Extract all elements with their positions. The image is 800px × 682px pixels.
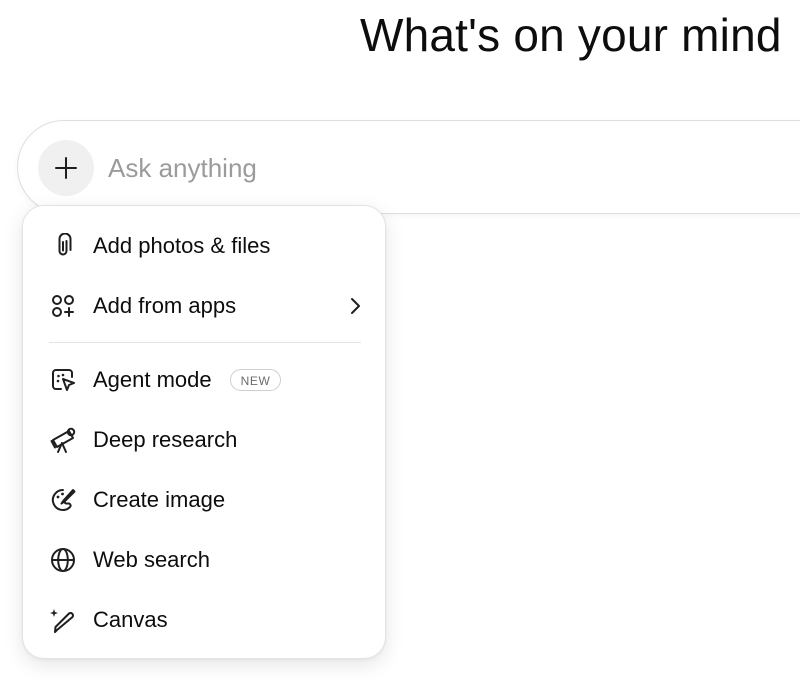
add-attachment-button[interactable] <box>38 140 94 196</box>
menu-item-add-photos-files[interactable]: Add photos & files <box>35 220 373 272</box>
new-badge: NEW <box>229 369 282 391</box>
menu-item-deep-research[interactable]: Deep research <box>35 414 373 466</box>
menu-item-label: Canvas <box>93 607 168 632</box>
menu-item-label: Deep research <box>93 427 238 452</box>
chat-home: What's on your mind Add photos & files <box>0 0 800 682</box>
palette-icon <box>49 486 77 514</box>
menu-item-label: Add photos & files <box>93 233 271 258</box>
menu-item-label: Create image <box>93 487 226 512</box>
apps-icon <box>49 292 77 320</box>
menu-item-create-image[interactable]: Create image <box>35 474 373 526</box>
chevron-right-icon <box>343 294 367 318</box>
menu-item-label: Web search <box>93 547 210 572</box>
menu-item-label: Add from apps <box>93 293 237 318</box>
menu-item-web-search[interactable]: Web search <box>35 534 373 586</box>
page-headline: What's on your mind <box>360 9 782 61</box>
paperclip-icon <box>49 232 77 260</box>
menu-divider <box>49 342 361 343</box>
menu-item-canvas[interactable]: Canvas <box>35 594 373 646</box>
prompt-input[interactable] <box>106 147 610 189</box>
canvas-pen-icon <box>49 606 77 634</box>
agent-icon <box>49 366 77 394</box>
attachment-menu: Add photos & files Add from apps Agent m… <box>22 205 386 659</box>
telescope-icon <box>49 426 77 454</box>
menu-item-add-from-apps[interactable]: Add from apps <box>35 280 373 332</box>
menu-item-agent-mode[interactable]: Agent mode NEW <box>35 354 373 406</box>
composer <box>17 120 800 214</box>
menu-item-label: Agent mode <box>93 367 212 392</box>
globe-icon <box>49 546 77 574</box>
plus-icon <box>53 155 79 181</box>
